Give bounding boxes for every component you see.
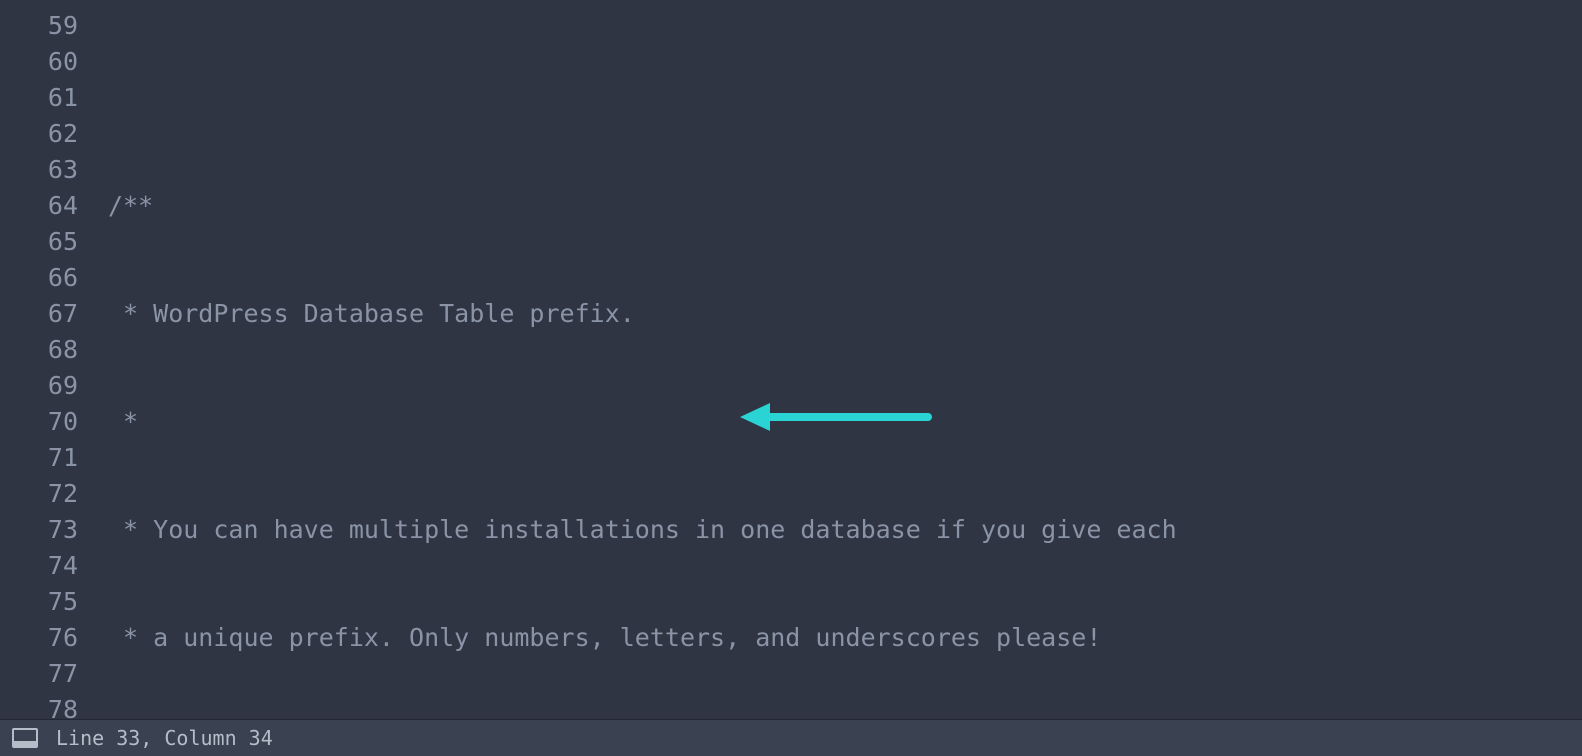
code-line: /** [108,188,1582,224]
code-area[interactable]: /** * WordPress Database Table prefix. *… [88,0,1582,720]
code-editor[interactable]: 5960616263646566676869707172737475767778… [0,0,1582,720]
cursor-position: Line 33, Column 34 [56,726,273,750]
line-number: 65 [0,224,78,260]
code-line: * You can have multiple installations in… [108,512,1582,548]
line-number-gutter: 5960616263646566676869707172737475767778 [0,0,88,720]
line-number: 62 [0,116,78,152]
panel-icon[interactable] [12,728,38,748]
line-number: 73 [0,512,78,548]
line-number: 72 [0,476,78,512]
line-number: 68 [0,332,78,368]
code-line: * WordPress Database Table prefix. [108,296,1582,332]
line-number: 75 [0,584,78,620]
line-number: 78 [0,692,78,720]
line-number: 61 [0,80,78,116]
status-bar: Line 33, Column 34 [0,719,1582,756]
line-number: 69 [0,368,78,404]
line-number: 66 [0,260,78,296]
line-number: 59 [0,8,78,44]
line-number: 77 [0,656,78,692]
line-number: 67 [0,296,78,332]
line-number: 64 [0,188,78,224]
code-line: * [108,404,1582,440]
line-number: 60 [0,44,78,80]
line-number: 71 [0,440,78,476]
code-line: * a unique prefix. Only numbers, letters… [108,620,1582,656]
code-line [108,80,1582,116]
line-number: 63 [0,152,78,188]
line-number: 74 [0,548,78,584]
line-number: 76 [0,620,78,656]
line-number: 70 [0,404,78,440]
